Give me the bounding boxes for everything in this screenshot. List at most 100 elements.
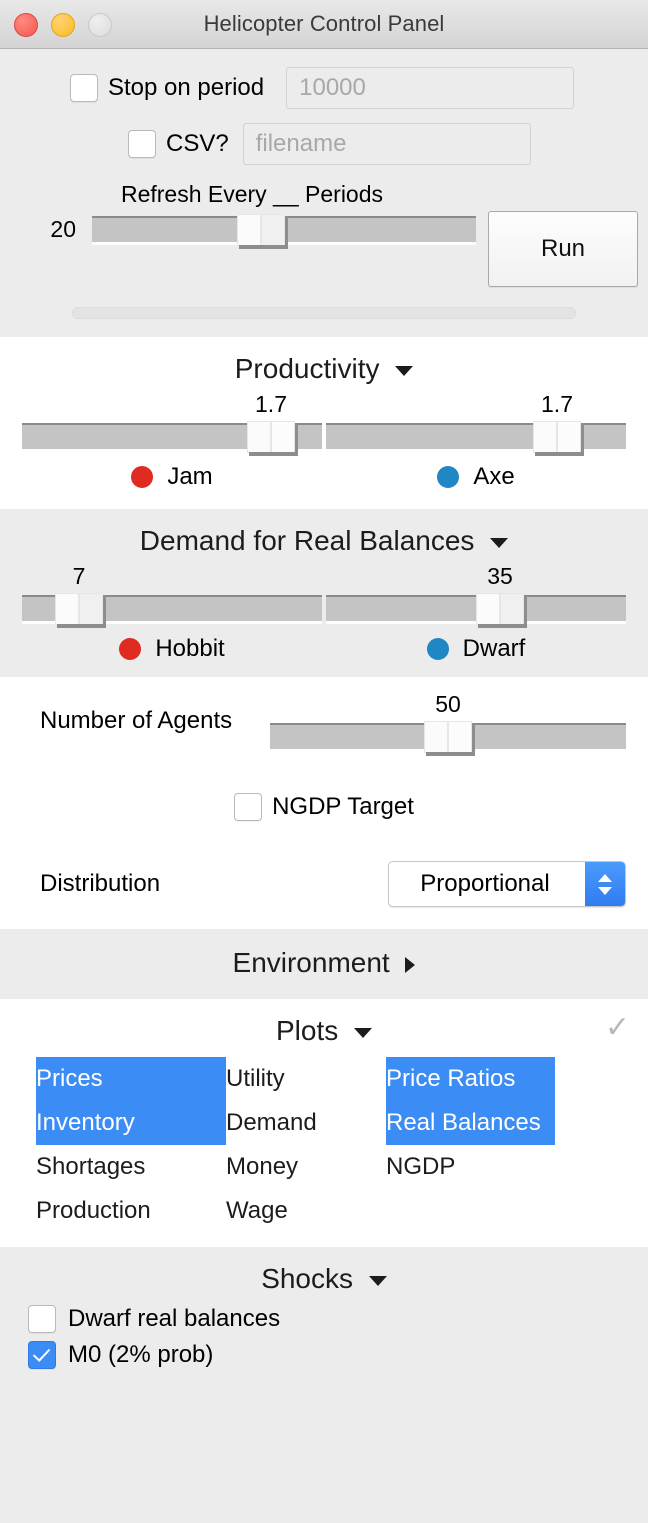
plots-column: Utility Demand Money Wage <box>226 1057 386 1233</box>
title-bar: Helicopter Control Panel <box>0 0 648 49</box>
legend-dot-icon <box>119 638 142 660</box>
helicopter-control-panel-window: Helicopter Control Panel Stop on period … <box>0 0 648 1523</box>
plot-option-wage[interactable]: Wage <box>226 1189 386 1233</box>
stepper-arrows-icon[interactable] <box>585 862 625 906</box>
chevron-down-icon[interactable] <box>354 1027 373 1038</box>
shocks-list: Dwarf real balances M0 (2% prob) <box>0 1301 648 1373</box>
productivity-jam-value: 1.7 <box>255 391 287 417</box>
distribution-row: Distribution Proportional <box>0 861 648 907</box>
plots-column: Prices Inventory Shortages Production <box>36 1057 226 1233</box>
csv-filename-input[interactable]: filename <box>242 123 531 165</box>
minimize-button[interactable] <box>51 13 75 37</box>
ngdp-target-label: NGDP Target <box>272 793 414 820</box>
productivity-jam-label: Jam <box>167 463 213 490</box>
productivity-sliders: 1.7 Jam 1.7 Axe <box>0 391 648 491</box>
number-of-agents-knob[interactable] <box>424 721 476 756</box>
plot-option-inventory[interactable]: Inventory <box>36 1101 226 1145</box>
demand-dwarf-slider[interactable] <box>326 593 626 628</box>
ngdp-target-checkbox[interactable] <box>234 793 263 821</box>
productivity-axe-slider[interactable] <box>326 421 626 456</box>
shock-row: Dwarf real balances <box>0 1301 648 1337</box>
close-button[interactable] <box>14 13 38 37</box>
stop-on-period-input[interactable]: 10000 <box>286 67 575 109</box>
number-of-agents-row: Number of Agents 50 <box>0 677 648 756</box>
plot-option-shortages[interactable]: Shortages <box>36 1145 226 1189</box>
demand-header-label: Demand for Real Balances <box>139 525 475 556</box>
zoom-button <box>88 13 112 37</box>
stop-on-period-row: Stop on period 10000 <box>70 67 648 109</box>
shocks-header[interactable]: Shocks <box>0 1247 648 1301</box>
refresh-control: Refresh Every __ Periods 20 <box>14 181 476 249</box>
plot-option-real-balances[interactable]: Real Balances <box>386 1101 555 1145</box>
refresh-slider[interactable] <box>92 214 476 249</box>
productivity-axe-value: 1.7 <box>541 391 573 417</box>
refresh-row: Refresh Every __ Periods 20 Run <box>0 181 648 287</box>
chevron-down-icon[interactable] <box>395 365 414 376</box>
productivity-jam-legend: Jam <box>22 463 322 491</box>
demand-header[interactable]: Demand for Real Balances <box>0 509 648 563</box>
environment-header[interactable]: Environment <box>0 929 648 999</box>
productivity-jam-knob[interactable] <box>247 421 298 456</box>
refresh-label: Refresh Every __ Periods <box>120 181 384 207</box>
legend-dot-icon <box>131 466 154 488</box>
productivity-axe-legend: Axe <box>326 463 626 491</box>
demand-sliders: 7 Hobbit 35 Dwarf <box>0 563 648 663</box>
plots-column: Price Ratios Real Balances NGDP <box>386 1057 555 1233</box>
chevron-down-icon[interactable] <box>368 1275 387 1286</box>
window-controls <box>14 13 112 37</box>
csv-checkbox[interactable] <box>128 130 156 158</box>
plot-option-prices[interactable]: Prices <box>36 1057 226 1101</box>
demand-dwarf-label: Dwarf <box>462 635 526 662</box>
productivity-header-label: Productivity <box>234 353 380 384</box>
plots-header[interactable]: Plots <box>0 999 648 1053</box>
demand-hobbit-legend: Hobbit <box>22 635 322 663</box>
csv-row: CSV? filename <box>128 123 648 165</box>
shock-checkbox-dwarf-real-balances[interactable] <box>28 1305 56 1333</box>
plot-option-price-ratios[interactable]: Price Ratios <box>386 1057 555 1101</box>
plot-option-production[interactable]: Production <box>36 1189 226 1233</box>
productivity-jam-slider[interactable] <box>22 421 322 456</box>
refresh-value: 20 <box>50 215 76 242</box>
plot-option-money[interactable]: Money <box>226 1145 386 1189</box>
demand-hobbit-value: 7 <box>72 563 86 589</box>
plot-option-utility[interactable]: Utility <box>226 1057 386 1101</box>
environment-header-label: Environment <box>232 947 390 978</box>
demand-dwarf-value: 35 <box>487 563 513 589</box>
ngdp-target-row: NGDP Target <box>0 793 648 821</box>
plot-option-demand[interactable]: Demand <box>226 1101 386 1145</box>
demand-hobbit-slider[interactable] <box>22 593 322 628</box>
number-of-agents-value: 50 <box>435 691 461 717</box>
chevron-down-icon[interactable] <box>490 537 509 548</box>
refresh-slider-knob[interactable] <box>236 214 288 249</box>
distribution-label: Distribution <box>40 870 161 897</box>
stop-on-period-checkbox[interactable] <box>70 74 98 102</box>
demand-dwarf: 35 Dwarf <box>326 563 626 663</box>
plots-option-grid: Prices Inventory Shortages Production Utilit… <box>0 1057 648 1233</box>
chevron-right-icon[interactable] <box>405 956 416 973</box>
demand-hobbit-label: Hobbit <box>155 635 225 662</box>
csv-label: CSV? <box>166 130 229 157</box>
run-settings-panel: Stop on period 10000 CSV? filename Refre… <box>0 49 648 337</box>
productivity-axe-label: Axe <box>473 463 515 490</box>
demand-dwarf-legend: Dwarf <box>326 635 626 663</box>
distribution-selected-value: Proportional <box>420 870 550 897</box>
productivity-axe-knob[interactable] <box>533 421 584 456</box>
plot-option-ngdp[interactable]: NGDP <box>386 1145 555 1189</box>
plots-header-label: Plots <box>275 1015 339 1046</box>
demand-hobbit-knob[interactable] <box>55 593 106 628</box>
productivity-axe: 1.7 Axe <box>326 391 626 491</box>
shock-label: Dwarf real balances <box>68 1305 281 1332</box>
legend-dot-icon <box>426 638 449 660</box>
number-of-agents-slider[interactable] <box>270 721 626 756</box>
run-button[interactable]: Run <box>488 211 638 287</box>
shock-row: M0 (2% prob) <box>0 1337 648 1373</box>
demand-section: Demand for Real Balances 7 Hobbit 35 Dwa… <box>0 509 648 677</box>
productivity-section: Productivity 1.7 Jam 1.7 Axe <box>0 337 648 509</box>
horizontal-scrollbar[interactable] <box>72 307 576 319</box>
demand-hobbit: 7 Hobbit <box>22 563 322 663</box>
distribution-select[interactable]: Proportional <box>388 861 626 907</box>
demand-dwarf-knob[interactable] <box>476 593 527 628</box>
stop-on-period-label: Stop on period <box>108 74 265 101</box>
shock-checkbox-m0-2-prob[interactable] <box>28 1341 56 1369</box>
productivity-header[interactable]: Productivity <box>0 337 648 391</box>
